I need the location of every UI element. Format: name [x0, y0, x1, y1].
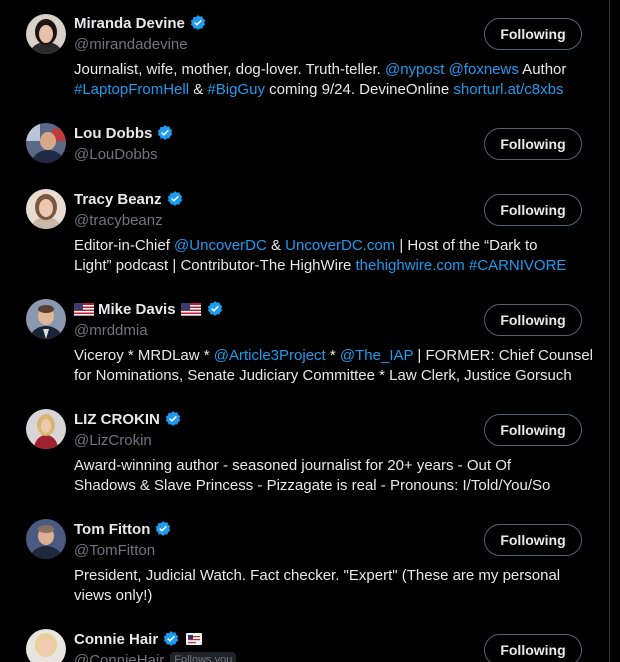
avatar[interactable] — [26, 123, 66, 163]
verified-badge-icon — [156, 521, 171, 536]
following-button[interactable]: Following — [484, 524, 582, 556]
verified-badge-icon — [167, 191, 182, 206]
following-button[interactable]: Following — [484, 128, 582, 160]
bio-link[interactable]: thehighwire.com — [356, 257, 465, 274]
user-bio: President, Judicial Watch. Fact checker.… — [74, 566, 594, 606]
verified-badge-icon — [190, 15, 206, 30]
user-bio: Editor-in-Chief @UncoverDC & UncoverDC.c… — [74, 236, 594, 276]
following-list: Miranda Devine @mirandadevine Journalist… — [0, 0, 610, 662]
bio-text: Journalist, wife, mother, dog-lover. Tru… — [74, 61, 385, 78]
bio-text: views only!) — [74, 587, 153, 604]
bio-link[interactable]: @foxnews — [449, 61, 519, 78]
following-button[interactable]: Following — [484, 414, 582, 446]
us-flag-icon — [180, 302, 201, 316]
display-name[interactable]: Tracy Beanz — [74, 191, 162, 208]
display-name[interactable]: Connie Hair — [74, 631, 158, 648]
bio-link[interactable]: @The_IAP — [340, 347, 413, 364]
user-bio: Award-winning author - seasoned journali… — [74, 456, 594, 496]
avatar[interactable] — [26, 299, 66, 339]
bio-text: Author — [518, 61, 567, 78]
follows-you-badge: Follows you — [170, 652, 237, 662]
avatar[interactable] — [26, 519, 66, 559]
display-name[interactable]: Miranda Devine — [74, 15, 185, 32]
user-handle: @tracybeanz — [74, 211, 163, 229]
bio-text: Viceroy * MRDLaw * — [74, 347, 214, 364]
user-handle: @mrddmia — [74, 321, 148, 339]
verified-badge-icon — [165, 411, 181, 426]
bio-text: Award-winning author - seasoned journali… — [74, 457, 512, 474]
user-cell[interactable]: Miranda Devine @mirandadevine Journalist… — [0, 0, 609, 112]
bio-text: Light” podcast | Contributor-The HighWir… — [74, 257, 356, 274]
user-handle: @LouDobbs — [74, 145, 158, 163]
avatar[interactable] — [26, 189, 66, 229]
bio-link[interactable]: @nypost — [385, 61, 444, 78]
verified-badge-icon — [207, 301, 222, 316]
verified-badge-icon — [158, 125, 173, 140]
display-name[interactable]: Tom Fitton — [74, 521, 150, 538]
bio-text: President, Judicial Watch. Fact checker.… — [74, 567, 561, 584]
user-bio: Viceroy * MRDLaw * @Article3Project * @T… — [74, 346, 594, 386]
bio-text: * — [325, 347, 340, 364]
bio-text: & — [266, 237, 286, 254]
bio-hashtag-link[interactable]: #CARNIVORE — [469, 257, 567, 274]
bio-link[interactable]: @UncoverDC — [174, 237, 267, 254]
user-cell[interactable]: Connie Hair @ConnieHair Follows you Foll… — [0, 618, 609, 662]
user-handle: @mirandadevine — [74, 35, 188, 53]
user-bio: Journalist, wife, mother, dog-lover. Tru… — [74, 60, 594, 100]
following-button[interactable]: Following — [484, 18, 582, 50]
bio-hashtag-link[interactable]: #BigGuy — [207, 81, 265, 98]
bio-link[interactable]: shorturl.at/c8xbs — [453, 81, 563, 98]
bio-link[interactable]: @Article3Project — [214, 347, 326, 364]
display-name[interactable]: Lou Dobbs — [74, 125, 152, 142]
following-button[interactable]: Following — [484, 634, 582, 662]
bio-text: Shadows & Slave Princess - Pizzagate is … — [74, 477, 551, 494]
user-handle: @TomFitton — [74, 541, 156, 559]
following-button[interactable]: Following — [484, 304, 582, 336]
display-name[interactable]: Mike Davis — [98, 301, 176, 318]
user-handle: @LizCrokin — [74, 431, 152, 449]
bio-text: Editor-in-Chief — [74, 237, 175, 254]
avatar[interactable] — [26, 629, 66, 662]
bio-text: | FORMER: Chief Counsel — [413, 347, 594, 364]
display-name[interactable]: LIZ CROKIN — [74, 411, 160, 428]
user-cell[interactable]: Tracy Beanz @tracybeanz Editor-in-Chief … — [0, 178, 609, 288]
bio-text: | Host of the “Dark to — [395, 237, 538, 254]
bio-hashtag-link[interactable]: #LaptopFromHell — [74, 81, 189, 98]
affiliate-badge-icon — [186, 633, 203, 645]
avatar[interactable] — [26, 14, 66, 54]
user-cell[interactable]: Lou Dobbs @LouDobbs Following — [0, 112, 609, 178]
user-cell[interactable]: LIZ CROKIN @LizCrokin Award-winning auth… — [0, 398, 609, 508]
bio-text: & — [189, 81, 208, 98]
verified-badge-icon — [163, 631, 179, 646]
bio-link[interactable]: UncoverDC.com — [285, 237, 395, 254]
user-handle: @ConnieHair — [74, 651, 165, 662]
avatar[interactable] — [26, 409, 66, 449]
following-button[interactable]: Following — [484, 194, 582, 226]
user-cell[interactable]: Mike Davis @mrddmia Viceroy * MRDLaw * @… — [0, 288, 609, 398]
user-cell[interactable]: Tom Fitton @TomFitton President, Judicia… — [0, 508, 609, 618]
bio-text: for Nominations, Senate Judiciary Commit… — [74, 367, 572, 384]
bio-text: coming 9/24. DevineOnline — [264, 81, 454, 98]
us-flag-icon — [74, 302, 94, 316]
